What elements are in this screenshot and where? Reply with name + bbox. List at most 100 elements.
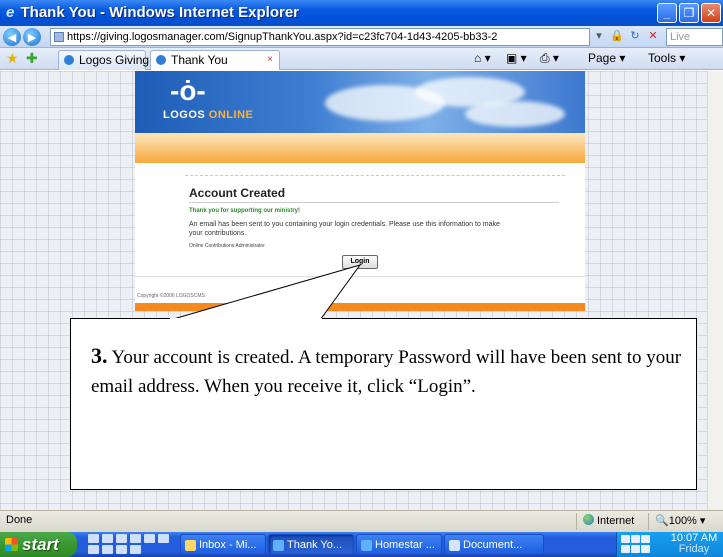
globe-icon bbox=[583, 514, 594, 525]
tray-icon[interactable] bbox=[621, 535, 630, 543]
divider bbox=[185, 175, 565, 176]
taskbar-item-thank-you[interactable]: Thank Yo... bbox=[268, 534, 354, 555]
admin-signature: Online Contributions Administrator bbox=[189, 243, 265, 249]
task-label: Document... bbox=[463, 539, 523, 551]
quick-launch-icon[interactable] bbox=[102, 545, 113, 554]
tray-icon[interactable] bbox=[631, 545, 640, 553]
document-icon bbox=[449, 540, 460, 551]
tray-icons bbox=[621, 535, 651, 554]
window-controls: _ ❐ ✕ bbox=[657, 3, 721, 23]
stop-icon[interactable]: ✕ bbox=[646, 29, 660, 43]
logo: LOGOS ONLINE bbox=[163, 109, 253, 121]
add-favorites-icon[interactable]: ✚ bbox=[26, 50, 38, 67]
thanks-message: Thank you for supporting our ministry! bbox=[189, 208, 300, 214]
address-toolbar: ◀ ▶ https://giving.logosmanager.com/Sign… bbox=[0, 26, 723, 59]
feeds-icon[interactable]: ▣ ▾ bbox=[506, 51, 527, 65]
print-icon[interactable]: ⎙ ▾ bbox=[540, 51, 559, 66]
step-instructions: Your account is created. A temporary Pas… bbox=[91, 347, 682, 397]
ie-icon bbox=[361, 540, 372, 551]
tools-menu[interactable]: Tools ▾ bbox=[648, 51, 685, 65]
clock[interactable]: 10:07 AM Friday bbox=[667, 533, 721, 555]
tab-close-icon[interactable]: × bbox=[267, 51, 273, 69]
taskbar-item-document[interactable]: Document... bbox=[444, 534, 544, 555]
tray-icon[interactable] bbox=[621, 545, 630, 553]
quick-launch-icon[interactable] bbox=[88, 545, 99, 554]
quick-launch-icon[interactable] bbox=[116, 545, 127, 554]
mail-icon bbox=[185, 540, 196, 551]
tab-page-icon bbox=[156, 55, 166, 65]
tab-page-icon bbox=[64, 55, 74, 65]
tray-icon[interactable] bbox=[641, 535, 650, 543]
tray-icon[interactable] bbox=[631, 535, 640, 543]
quick-launch-icon[interactable] bbox=[102, 534, 113, 543]
callout-notch bbox=[170, 318, 322, 321]
divider bbox=[135, 276, 585, 277]
security-zone[interactable]: Internet bbox=[583, 514, 634, 527]
back-button[interactable]: ◀ bbox=[3, 28, 21, 46]
taskbar: start Inbox - Mi... Thank Yo... Homestar… bbox=[0, 532, 723, 557]
cloud-decoration bbox=[465, 101, 565, 127]
email-message: An email has been sent to you containing… bbox=[189, 221, 500, 237]
tab-logos-giving[interactable]: Logos Giving bbox=[58, 50, 150, 70]
search-input[interactable]: Live Search bbox=[666, 28, 723, 59]
header-band bbox=[135, 133, 585, 163]
footer-band bbox=[135, 303, 585, 311]
quick-launch bbox=[88, 534, 170, 555]
task-label: Thank Yo... bbox=[287, 539, 343, 551]
tab-label: Thank You bbox=[171, 53, 228, 67]
close-button[interactable]: ✕ bbox=[701, 3, 721, 23]
logos-banner: -ȯ- LOGOS ONLINE bbox=[135, 71, 585, 133]
status-text: Done bbox=[6, 514, 33, 526]
web-page: -ȯ- LOGOS ONLINE Account Created Thank y… bbox=[135, 71, 585, 311]
divider bbox=[189, 202, 559, 203]
quick-launch-icon[interactable] bbox=[144, 534, 155, 543]
status-bar: Done Internet 🔍100% ▾ bbox=[0, 510, 723, 532]
start-button[interactable]: start bbox=[0, 532, 77, 557]
refresh-icon[interactable]: ↻ bbox=[628, 29, 642, 43]
logo-brand: LOGOS bbox=[163, 109, 206, 121]
callout-text: 3. Your account is created. A temporary … bbox=[91, 341, 691, 401]
favorites-star-icon[interactable]: ★ bbox=[6, 50, 19, 67]
taskbar-item-homestar[interactable]: Homestar ... bbox=[356, 534, 442, 555]
quick-launch-icon[interactable] bbox=[116, 534, 127, 543]
zoom-level[interactable]: 🔍100% ▾ bbox=[655, 514, 705, 527]
zone-label: Internet bbox=[597, 515, 635, 527]
lock-icon[interactable]: 🔒 bbox=[610, 29, 624, 43]
tab-label: Logos Giving bbox=[79, 53, 150, 67]
step-number: 3. bbox=[91, 343, 108, 368]
divider bbox=[648, 513, 649, 530]
tab-thank-you[interactable]: Thank You × bbox=[150, 50, 280, 70]
quick-launch-icon[interactable] bbox=[130, 545, 141, 554]
forward-button[interactable]: ▶ bbox=[23, 28, 41, 46]
address-bar[interactable]: https://giving.logosmanager.com/SignupTh… bbox=[50, 28, 590, 46]
sun-logo-icon: -ȯ- bbox=[170, 75, 206, 106]
logo-brand-accent: ONLINE bbox=[208, 109, 254, 121]
page-icon bbox=[54, 32, 64, 42]
tab-toolbar: ★ ✚ Logos Giving Thank You × ⌂ ▾ ▣ ▾ ⎙ ▾… bbox=[0, 48, 723, 70]
address-actions: ▾ 🔒 ↻ ✕ bbox=[592, 29, 660, 43]
ie-icon bbox=[273, 540, 284, 551]
copyright-text: Copyright ©2006 LOGOSCMS bbox=[137, 293, 205, 299]
quick-launch-icon[interactable] bbox=[88, 534, 99, 543]
quick-launch-icon[interactable] bbox=[130, 534, 141, 543]
windows-logo-icon bbox=[5, 538, 18, 551]
dropdown-icon[interactable]: ▾ bbox=[592, 29, 606, 43]
window-title: Thank You - Windows Internet Explorer bbox=[20, 4, 300, 21]
maximize-button[interactable]: ❐ bbox=[679, 3, 699, 23]
tray-icon[interactable] bbox=[641, 545, 650, 553]
instruction-callout: 3. Your account is created. A temporary … bbox=[70, 318, 697, 490]
page-menu[interactable]: Page ▾ bbox=[588, 51, 625, 65]
clock-day: Friday bbox=[678, 543, 710, 555]
start-label: start bbox=[22, 535, 59, 554]
divider bbox=[576, 513, 577, 530]
page-title: Account Created bbox=[189, 186, 286, 200]
minimize-button[interactable]: _ bbox=[657, 3, 677, 23]
login-button[interactable]: Login bbox=[342, 255, 378, 269]
ie-logo-icon: e bbox=[6, 4, 15, 21]
vertical-scrollbar[interactable] bbox=[707, 71, 723, 510]
quick-launch-icon[interactable] bbox=[158, 534, 169, 543]
zoom-value: 100% bbox=[668, 515, 697, 527]
home-icon[interactable]: ⌂ ▾ bbox=[474, 51, 491, 65]
taskbar-item-inbox[interactable]: Inbox - Mi... bbox=[180, 534, 266, 555]
task-label: Homestar ... bbox=[375, 539, 435, 551]
